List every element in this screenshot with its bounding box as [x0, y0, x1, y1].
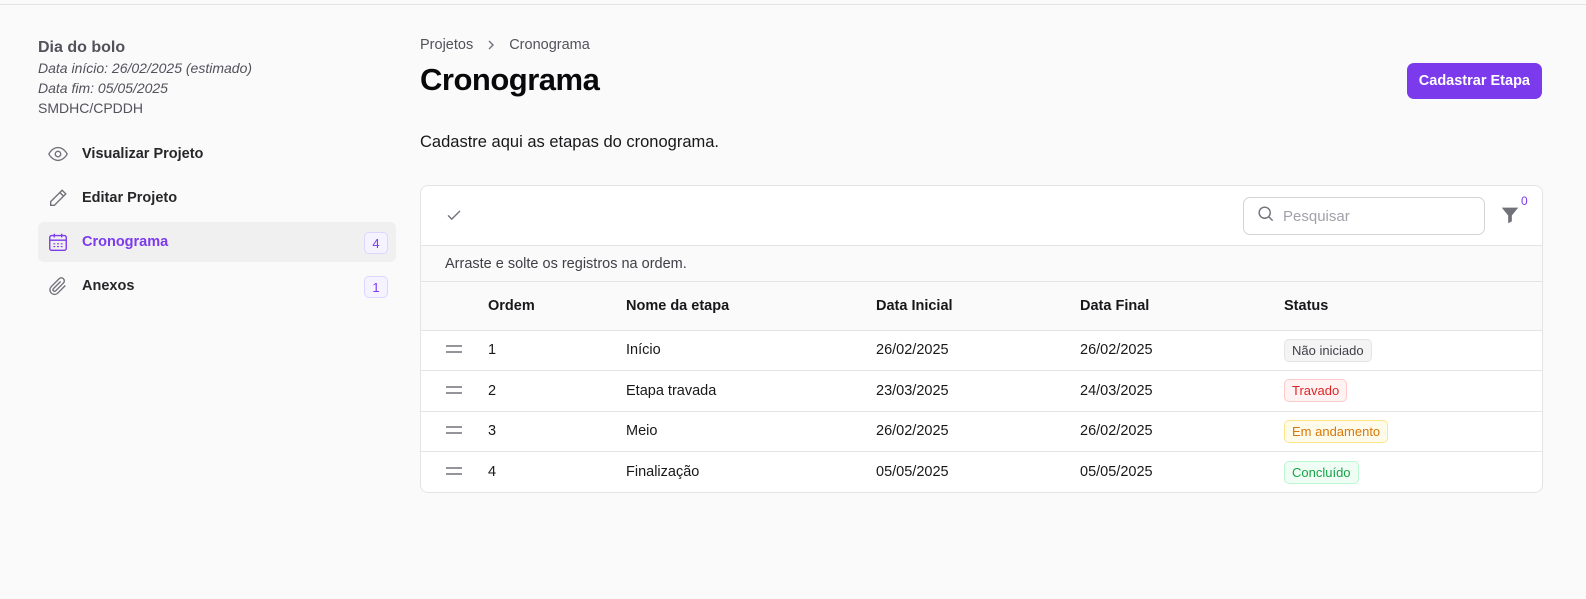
table-row[interactable]: 3 Meio 26/02/2025 26/02/2025 Em andament… [421, 411, 1542, 452]
cell-data-final: 24/03/2025 [1080, 370, 1284, 412]
cell-nome: Etapa travada [626, 370, 876, 412]
breadcrumb: Projetos Cronograma [420, 37, 590, 53]
status-badge: Concluído [1284, 460, 1359, 484]
column-header-status[interactable]: Status [1284, 282, 1542, 331]
sidebar-item-label: Anexos [82, 278, 135, 294]
drag-handle-icon[interactable] [445, 464, 463, 480]
sidebar-item-label: Cronograma [82, 234, 169, 250]
cell-nome: Meio [626, 411, 876, 452]
cell-data-final: 26/02/2025 [1080, 330, 1284, 371]
schedule-card: 0 Arraste e solte os registros na ordem.… [420, 185, 1543, 493]
calendar-icon [46, 230, 70, 254]
status-badge: Travado [1284, 379, 1348, 403]
cell-nome: Finalização [626, 464, 700, 480]
sidebar-item-cronograma[interactable]: Cronograma 4 [38, 222, 396, 262]
table-row[interactable]: 2 Etapa travada 23/03/2025 24/03/2025 Tr… [421, 370, 1542, 412]
cell-data-inicial: 05/05/2025 [876, 464, 949, 480]
breadcrumb-projetos[interactable]: Projetos [420, 37, 473, 53]
cell-data-inicial: 26/02/2025 [876, 411, 1080, 452]
drag-handle-icon[interactable] [445, 342, 463, 358]
pencil-icon [46, 186, 70, 210]
status-badge: Em andamento [1284, 419, 1389, 443]
column-header-nome[interactable]: Nome da etapa [626, 282, 876, 331]
cell-ordem: 1 [488, 330, 626, 371]
cell-data-inicial: 23/03/2025 [876, 370, 1080, 412]
drag-hint: Arraste e solte os registros na ordem. [421, 246, 1542, 282]
schedule-table: Ordem Nome da etapa Data Inicial Data Fi… [421, 282, 1542, 492]
project-org: SMDHC/CPDDH [38, 100, 143, 116]
column-header-data-inicial[interactable]: Data Inicial [876, 282, 1080, 331]
check-icon[interactable] [445, 206, 463, 229]
project-end-date: Data fim: 05/05/2025 [38, 80, 168, 96]
column-header-data-final[interactable]: Data Final [1080, 282, 1284, 331]
sidebar-item-visualizar-projeto[interactable]: Visualizar Projeto [38, 134, 396, 174]
drag-handle-icon[interactable] [445, 423, 463, 439]
sidebar: Dia do bolo Data início: 26/02/2025 (est… [38, 38, 396, 310]
sidebar-item-editar-projeto[interactable]: Editar Projeto [38, 178, 396, 218]
status-badge: Não iniciado [1284, 338, 1372, 362]
sidebar-item-label: Visualizar Projeto [82, 146, 204, 162]
search-icon [1256, 204, 1275, 228]
sidebar-nav: Visualizar Projeto Editar Projeto Cronog… [38, 134, 396, 306]
cell-data-final: 26/02/2025 [1080, 411, 1284, 452]
filter-count-badge: 0 [1519, 194, 1530, 208]
search-input[interactable] [1283, 207, 1463, 225]
table-toolbar: 0 [421, 186, 1542, 246]
table-header-row: Ordem Nome da etapa Data Inicial Data Fi… [421, 282, 1542, 331]
search-box [1243, 197, 1485, 235]
breadcrumb-current: Cronograma [509, 37, 590, 53]
filter-icon[interactable] [1499, 204, 1521, 226]
top-divider [0, 4, 1586, 5]
eye-icon [46, 142, 70, 166]
page-title: Cronograma [420, 62, 600, 97]
table-row[interactable]: 1 Início 26/02/2025 26/02/2025 Não inici… [421, 330, 1542, 371]
project-start-date: Data início: 26/02/2025 (estimado) [38, 60, 253, 76]
cell-ordem: 3 [488, 411, 626, 452]
cell-ordem: 4 [488, 464, 497, 480]
project-name: Dia do bolo [38, 39, 126, 56]
sidebar-item-anexos[interactable]: Anexos 1 [38, 266, 396, 306]
chevron-right-icon [485, 39, 497, 51]
cell-ordem: 2 [488, 370, 626, 412]
cell-data-final: 05/05/2025 [1080, 464, 1153, 480]
cadastrar-etapa-button[interactable]: Cadastrar Etapa [1406, 63, 1542, 99]
count-badge: 1 [364, 276, 388, 298]
table-row[interactable]: 4 Finalização 05/05/2025 05/05/2025 Conc… [421, 452, 1542, 493]
paperclip-icon [46, 274, 70, 298]
sidebar-item-label: Editar Projeto [82, 190, 178, 206]
column-header-ordem[interactable]: Ordem [488, 282, 626, 331]
cell-data-inicial: 26/02/2025 [876, 330, 1080, 371]
page-description: Cadastre aqui as etapas do cronograma. [420, 133, 720, 151]
column-header-drag [421, 282, 488, 331]
count-badge: 4 [364, 232, 388, 254]
cell-nome: Início [626, 330, 876, 371]
drag-handle-icon[interactable] [445, 383, 463, 399]
